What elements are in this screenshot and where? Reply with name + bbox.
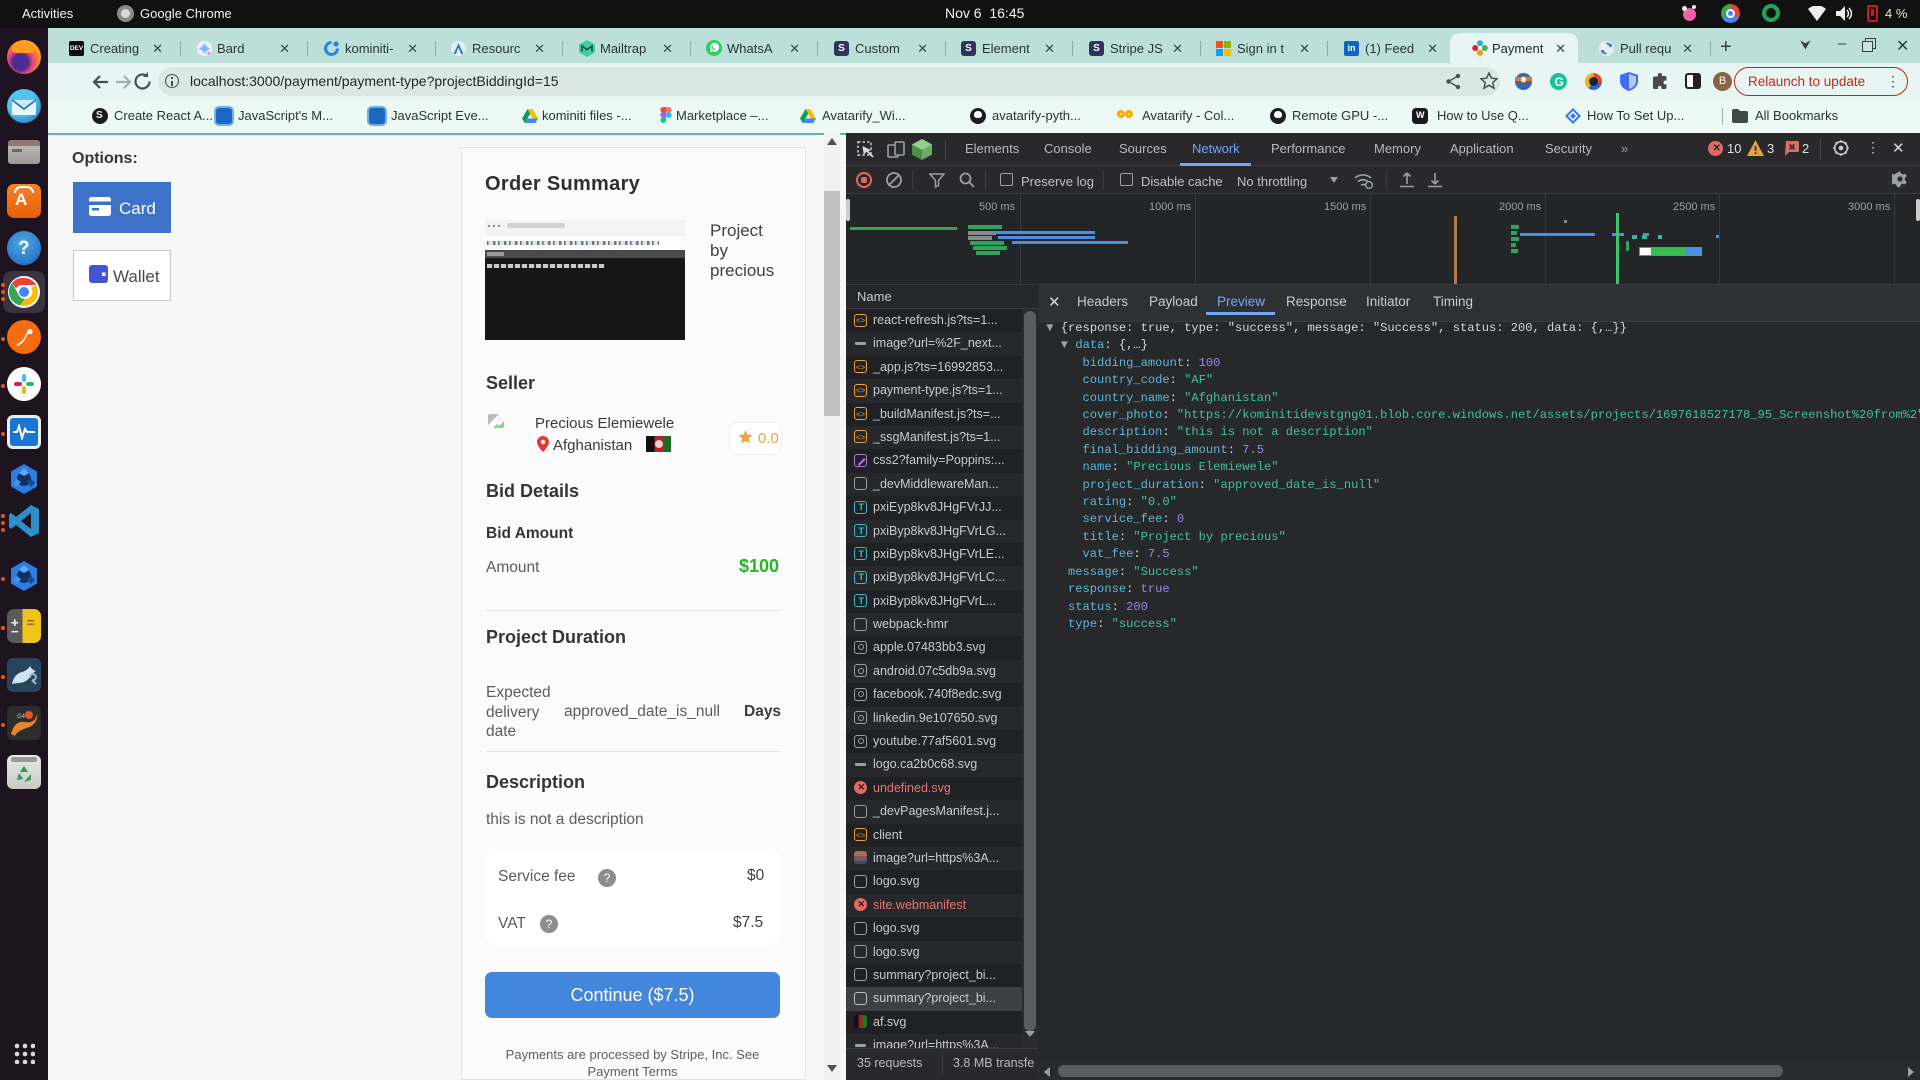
svg-text:G4: G4 [17, 714, 26, 720]
